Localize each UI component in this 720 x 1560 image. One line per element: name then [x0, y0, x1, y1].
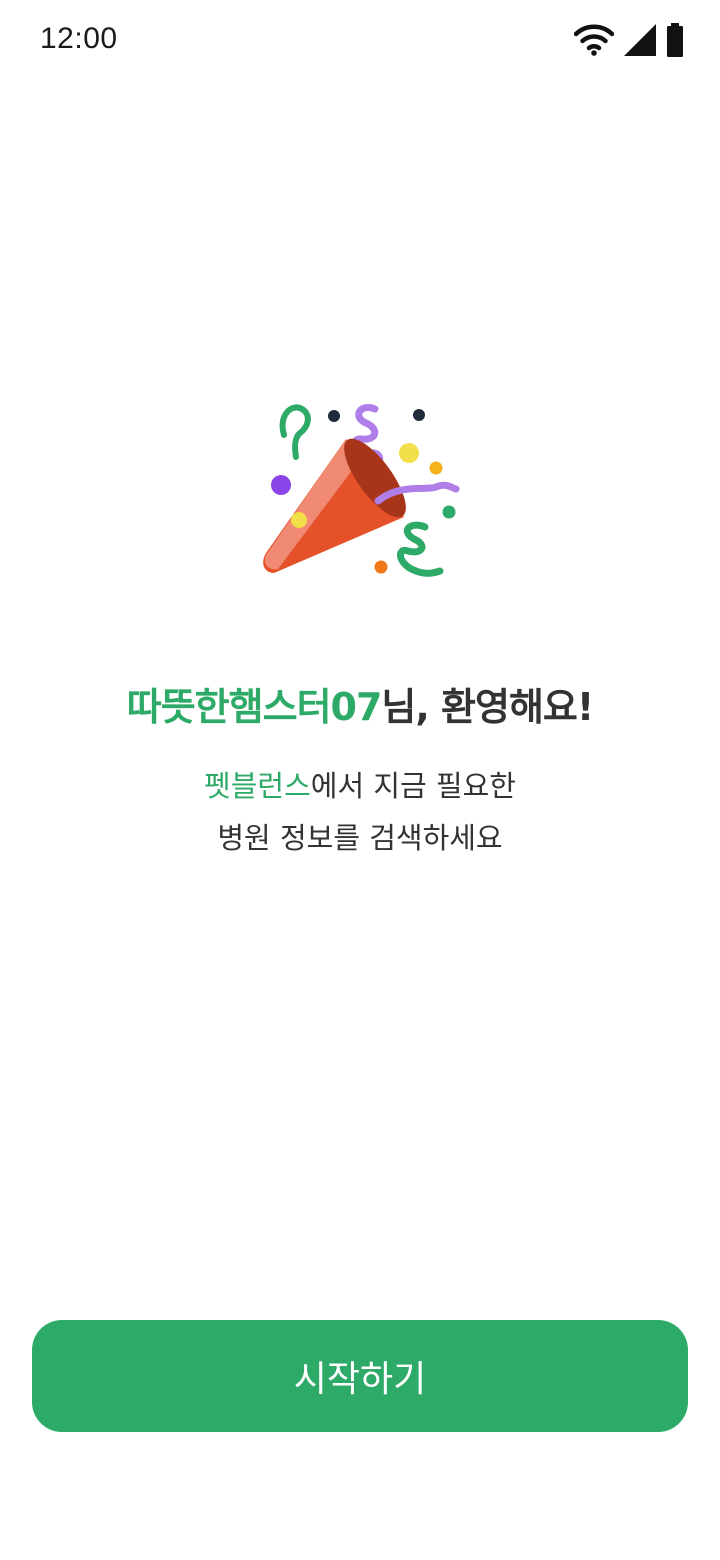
brand-name: 펫블런스	[204, 769, 311, 803]
party-popper-icon	[250, 395, 470, 590]
welcome-subtitle: 펫블런스에서 지금 필요한 병원 정보를 검색하세요	[0, 760, 720, 864]
battery-icon	[666, 23, 684, 57]
subtitle-line-1: 펫블런스에서 지금 필요한	[0, 760, 720, 812]
subtitle-line-2: 병원 정보를 검색하세요	[217, 821, 503, 855]
welcome-screen: 12:00 따뜻한햄스터07님, 환영해요! 펫블런스에서 지금 필요한 병원 …	[0, 0, 720, 1560]
status-time: 12:00	[40, 22, 118, 55]
signal-icon	[624, 24, 656, 56]
user-nickname: 따뜻한햄스터07	[126, 685, 383, 729]
greeting-suffix: 님, 환영해요!	[381, 685, 594, 729]
start-button-label: 시작하기	[293, 1359, 427, 1400]
status-icons	[574, 22, 684, 58]
welcome-title: 따뜻한햄스터07님, 환영해요!	[0, 676, 720, 731]
subtitle-line-1-text: 에서 지금 필요한	[310, 769, 516, 803]
start-button[interactable]: 시작하기	[32, 1320, 688, 1432]
status-bar: 12:00	[0, 0, 720, 80]
wifi-icon	[574, 24, 614, 56]
